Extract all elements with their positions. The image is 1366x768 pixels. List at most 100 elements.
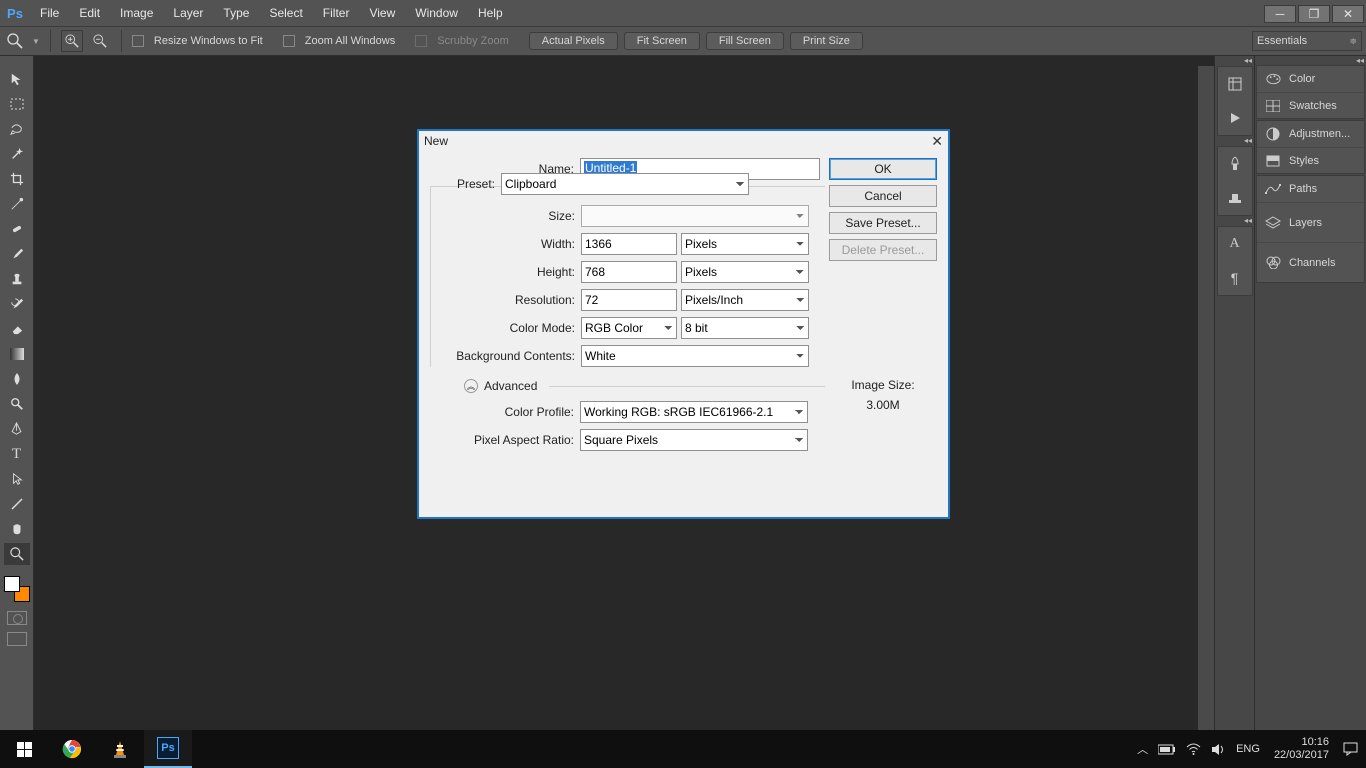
menu-image[interactable]: Image (110, 1, 163, 25)
pixel-aspect-label: Pixel Aspect Ratio: (430, 433, 580, 447)
dialog-close-icon[interactable]: ✕ (931, 133, 943, 150)
zoom-tool-icon-slot[interactable] (4, 543, 30, 565)
dropdown-arrow-icon[interactable]: ▼ (32, 37, 40, 46)
stamp-tool-icon[interactable] (4, 268, 30, 290)
menu-layer[interactable]: Layer (163, 1, 213, 25)
screenmode-icon[interactable] (7, 632, 27, 646)
zoom-all-checkbox[interactable] (283, 35, 295, 47)
start-button[interactable] (0, 730, 48, 768)
window-minimize-button[interactable]: ─ (1264, 5, 1296, 23)
menu-help[interactable]: Help (468, 1, 513, 25)
blur-tool-icon[interactable] (4, 368, 30, 390)
tray-chevron-icon[interactable]: ︿ (1137, 741, 1148, 757)
window-restore-button[interactable]: ❐ (1298, 5, 1330, 23)
resolution-input[interactable] (581, 289, 677, 311)
lasso-tool-icon[interactable] (4, 118, 30, 140)
quickmask-icon[interactable] (7, 611, 27, 625)
menu-edit[interactable]: Edit (69, 1, 110, 25)
zoom-tool-icon[interactable] (4, 30, 26, 52)
marquee-tool-icon[interactable] (4, 93, 30, 115)
brush-panel-icon[interactable] (1218, 147, 1252, 181)
panel-swatches-label: Swatches (1289, 100, 1337, 112)
width-input[interactable] (581, 233, 677, 255)
panel-adjustments-label: Adjustmen... (1289, 128, 1350, 140)
character-panel-icon[interactable]: A (1218, 227, 1252, 261)
zoom-out-icon[interactable] (89, 30, 111, 52)
height-input[interactable] (581, 261, 677, 283)
panel-paths-label: Paths (1289, 183, 1317, 195)
taskbar-vlc-icon[interactable] (96, 730, 144, 768)
tray-action-center-icon[interactable] (1343, 742, 1358, 756)
paths-panel-icon (1265, 181, 1281, 197)
tray-clock[interactable]: 10:1622/03/2017 (1270, 736, 1333, 762)
pixel-aspect-select[interactable]: Square Pixels (580, 429, 808, 451)
gradient-tool-icon[interactable] (4, 343, 30, 365)
zoom-in-icon[interactable] (61, 30, 83, 52)
width-unit-select[interactable]: Pixels (681, 233, 809, 255)
clone-panel-icon[interactable] (1218, 181, 1252, 215)
pen-tool-icon[interactable] (4, 418, 30, 440)
hand-tool-icon[interactable] (4, 518, 30, 540)
color-mode-select[interactable]: RGB Color (581, 317, 677, 339)
panel-layers[interactable]: Layers (1257, 202, 1364, 242)
panel-styles[interactable]: Styles (1257, 147, 1364, 173)
wand-tool-icon[interactable] (4, 143, 30, 165)
tray-language[interactable]: ENG (1236, 743, 1260, 755)
eyedropper-tool-icon[interactable] (4, 193, 30, 215)
resolution-label: Resolution: (431, 293, 581, 307)
menu-filter[interactable]: Filter (313, 1, 360, 25)
panel-swatches[interactable]: Swatches (1257, 92, 1364, 118)
panel-paths[interactable]: Paths (1257, 176, 1364, 202)
path-select-tool-icon[interactable] (4, 468, 30, 490)
type-tool-icon[interactable]: T (4, 443, 30, 465)
workspace-dropdown[interactable]: Essentials (1252, 31, 1362, 51)
heal-tool-icon[interactable] (4, 218, 30, 240)
dodge-tool-icon[interactable] (4, 393, 30, 415)
paragraph-panel-icon[interactable]: ¶ (1218, 261, 1252, 295)
bg-contents-select[interactable]: White (581, 345, 809, 367)
fill-screen-button[interactable]: Fill Screen (706, 32, 784, 50)
panel-adjustments[interactable]: Adjustmen... (1257, 121, 1364, 147)
print-size-button[interactable]: Print Size (790, 32, 863, 50)
taskbar-chrome-icon[interactable] (48, 730, 96, 768)
menu-view[interactable]: View (359, 1, 405, 25)
ok-button[interactable]: OK (829, 158, 937, 180)
panel-layers-label: Layers (1289, 217, 1322, 229)
actions-panel-icon[interactable] (1218, 101, 1252, 135)
resolution-unit-select[interactable]: Pixels/Inch (681, 289, 809, 311)
preset-select[interactable]: Clipboard (501, 173, 749, 195)
menu-file[interactable]: File (30, 1, 69, 25)
advanced-toggle-icon[interactable]: ︽ (464, 379, 478, 393)
height-unit-select[interactable]: Pixels (681, 261, 809, 283)
menu-type[interactable]: Type (213, 1, 259, 25)
save-preset-button[interactable]: Save Preset... (829, 212, 937, 234)
menu-window[interactable]: Window (405, 1, 468, 25)
styles-panel-icon (1265, 153, 1281, 169)
panel-color[interactable]: Color (1257, 66, 1364, 92)
panel-channels[interactable]: Channels (1257, 242, 1364, 282)
taskbar-photoshop-icon[interactable]: Ps (144, 730, 192, 768)
history-panel-icon[interactable] (1218, 67, 1252, 101)
canvas-scrollbar[interactable] (1198, 66, 1214, 730)
crop-tool-icon[interactable] (4, 168, 30, 190)
dialog-title: New (424, 134, 448, 148)
actual-pixels-button[interactable]: Actual Pixels (529, 32, 618, 50)
tray-volume-icon[interactable] (1211, 743, 1226, 756)
tray-battery-icon[interactable] (1158, 744, 1176, 755)
height-label: Height: (431, 265, 581, 279)
color-profile-label: Color Profile: (430, 405, 580, 419)
history-brush-tool-icon[interactable] (4, 293, 30, 315)
color-swatches[interactable] (4, 576, 30, 602)
bit-depth-select[interactable]: 8 bit (681, 317, 809, 339)
cancel-button[interactable]: Cancel (829, 185, 937, 207)
window-close-button[interactable]: ✕ (1332, 5, 1364, 23)
menu-select[interactable]: Select (259, 1, 312, 25)
resize-windows-checkbox[interactable] (132, 35, 144, 47)
line-tool-icon[interactable] (4, 493, 30, 515)
color-profile-select[interactable]: Working RGB: sRGB IEC61966-2.1 (580, 401, 808, 423)
move-tool-icon[interactable] (4, 68, 30, 90)
tray-wifi-icon[interactable] (1186, 743, 1201, 755)
brush-tool-icon[interactable] (4, 243, 30, 265)
fit-screen-button[interactable]: Fit Screen (624, 32, 700, 50)
eraser-tool-icon[interactable] (4, 318, 30, 340)
